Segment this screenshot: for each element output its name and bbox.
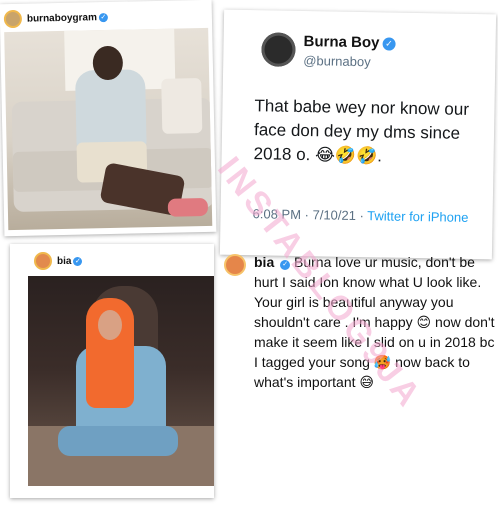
- tweet-card: Burna Boy ✓ @burnaboy That babe wey nor k…: [219, 9, 497, 260]
- burna-instagram-post: burnaboygram ✓: [0, 0, 217, 237]
- username[interactable]: burnaboygram: [27, 12, 97, 24]
- verified-badge-icon: ✓: [73, 256, 83, 266]
- verified-badge-icon: ✓: [280, 260, 291, 270]
- display-name-text: Burna Boy: [303, 33, 380, 52]
- bia-instagram-post: bia ✓: [10, 244, 214, 498]
- comment-text: bia ✓ Burna love ur music, don't be hurt…: [254, 252, 496, 392]
- avatar[interactable]: [3, 9, 23, 29]
- post-header: burnaboygram ✓: [3, 6, 108, 30]
- person-shape: [75, 69, 147, 151]
- pillow-shape: [161, 78, 203, 134]
- tweet-meta: 6:08 PM · 7/10/21 · Twitter for iPhone: [252, 204, 484, 228]
- username[interactable]: bia: [57, 256, 71, 267]
- tweet-time[interactable]: 6:08 PM · 7/10/21 ·: [252, 206, 367, 223]
- avatar[interactable]: [34, 252, 52, 270]
- avatar[interactable]: [261, 32, 296, 67]
- instagram-comment: bia ✓ Burna love ur music, don't be hurt…: [224, 252, 496, 422]
- tweet-text: That babe wey nor know our face don dey …: [253, 96, 470, 166]
- comment-body: Burna love ur music, don't be hurt I sai…: [254, 254, 495, 390]
- post-photo[interactable]: [28, 276, 214, 486]
- tweet-source[interactable]: Twitter for iPhone: [367, 208, 468, 225]
- post-photo[interactable]: [4, 27, 213, 231]
- username[interactable]: @burnaboy: [303, 53, 371, 69]
- avatar[interactable]: [224, 254, 246, 276]
- legs-shape: [58, 426, 178, 456]
- shoes-shape: [167, 197, 209, 217]
- verified-badge-icon: ✓: [382, 37, 396, 51]
- comment-author[interactable]: bia: [254, 254, 274, 270]
- face-shape: [98, 310, 122, 340]
- display-name[interactable]: Burna Boy ✓: [303, 33, 396, 52]
- verified-badge-icon: ✓: [98, 12, 108, 22]
- post-header: bia ✓: [34, 250, 83, 272]
